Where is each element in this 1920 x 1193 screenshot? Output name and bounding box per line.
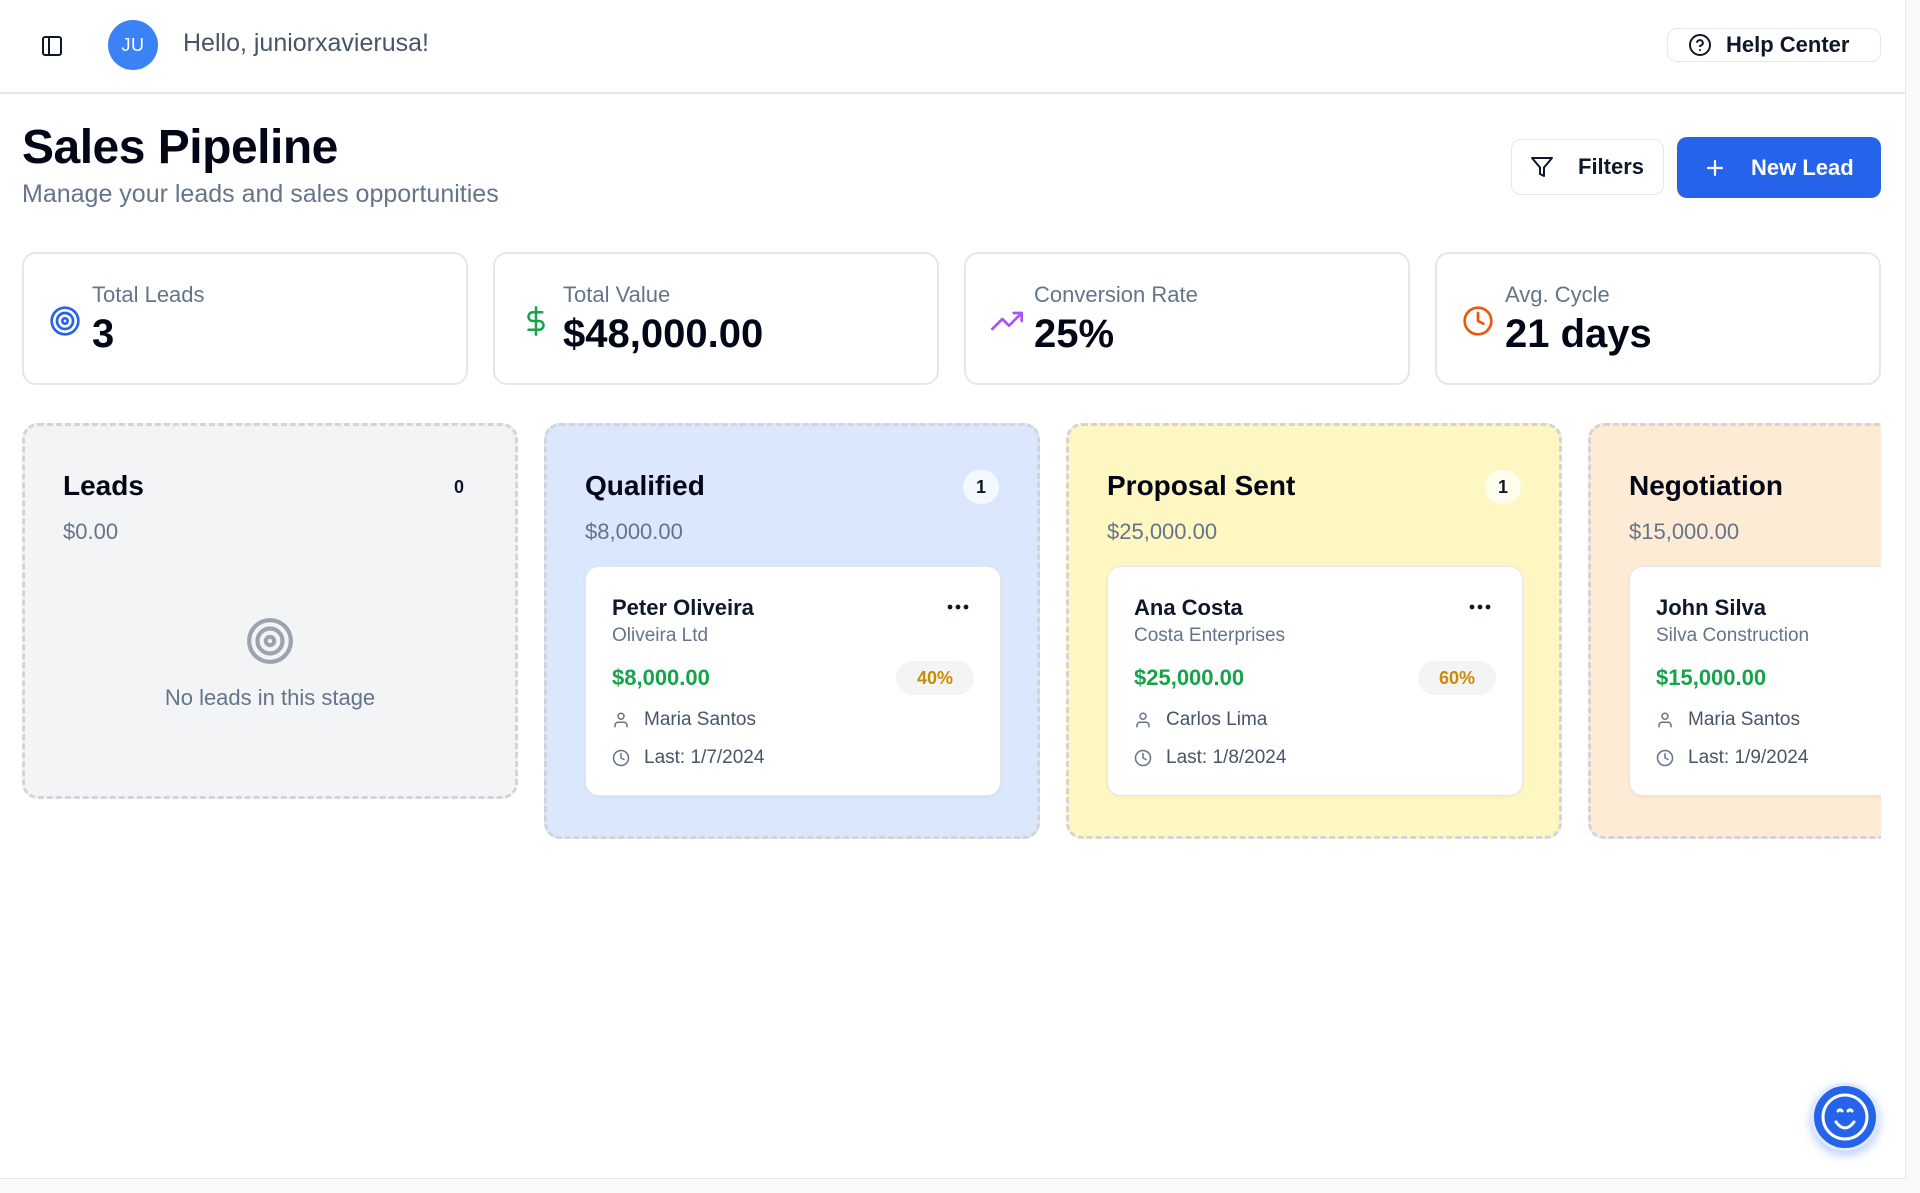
app-window: JU Hello, juniorxavierusa! Help Center S… — [0, 0, 1906, 1179]
clock-icon — [1461, 304, 1495, 338]
stage-total: $0.00 — [63, 519, 119, 544]
clock-icon — [612, 749, 630, 767]
user-icon — [614, 712, 628, 728]
page-margin-right — [1906, 0, 1920, 1193]
stage-total: $8,000.00 — [585, 519, 683, 544]
sidebar-icon — [42, 36, 62, 56]
lead-date-row: Last: 1/9/2024 — [1656, 747, 1808, 769]
more-horizontal-icon — [1469, 604, 1491, 610]
lead-name: John Silva — [1656, 595, 1767, 620]
lead-name: Peter Oliveira — [612, 595, 754, 620]
chat-support-button[interactable] — [1811, 1083, 1879, 1151]
stage-count-badge: 1 — [963, 470, 999, 504]
filter-icon — [1531, 157, 1553, 177]
stage-column-proposal-sent[interactable]: Proposal Sent 1 $25,000.00 Ana Costa Cos… — [1066, 423, 1562, 839]
avatar[interactable]: JU — [108, 20, 158, 70]
clock-icon — [1656, 749, 1674, 767]
page-margin-bottom — [0, 1179, 1920, 1193]
lead-owner: Carlos Lima — [1166, 709, 1268, 730]
sidebar-toggle-button[interactable] — [36, 30, 68, 62]
lead-value: $8,000.00 — [612, 665, 710, 690]
lead-company: Costa Enterprises — [1134, 625, 1286, 646]
lead-probability-badge: 60% — [1418, 661, 1496, 695]
stage-total: $25,000.00 — [1107, 519, 1218, 544]
empty-state: No leads in this stage — [25, 616, 515, 711]
stat-value: 3 — [92, 312, 115, 356]
lead-card[interactable]: Peter Oliveira Oliveira Ltd $8,000.00 40… — [585, 566, 1001, 796]
help-circle-icon — [1689, 34, 1711, 56]
lead-owner: Maria Santos — [644, 709, 756, 730]
lead-card[interactable]: John Silva Silva Construction $15,000.00… — [1629, 566, 1881, 796]
help-center-button[interactable]: Help Center — [1667, 28, 1881, 62]
stat-label: Avg. Cycle — [1505, 282, 1610, 307]
stat-value: 21 days — [1505, 312, 1652, 356]
stat-card-avg-cycle: Avg. Cycle 21 days — [1435, 252, 1881, 385]
lead-value: $15,000.00 — [1656, 665, 1767, 690]
lead-probability-badge: 40% — [896, 661, 974, 695]
trending-up-icon — [990, 304, 1024, 338]
stage-column-negotiation[interactable]: Negotiation $15,000.00 John Silva Silva … — [1588, 423, 1881, 839]
lead-owner: Maria Santos — [1688, 709, 1800, 730]
dollar-icon — [519, 304, 553, 338]
more-horizontal-icon — [947, 604, 969, 610]
stat-value: 25% — [1034, 312, 1115, 356]
stage-title: Qualified — [585, 470, 705, 501]
lead-menu-button[interactable] — [944, 597, 972, 617]
greeting-text: Hello, juniorxavierusa! — [183, 29, 429, 57]
lead-last-contact: Last: 1/7/2024 — [644, 747, 765, 768]
plus-icon — [1706, 159, 1724, 176]
stage-count-badge: 1 — [1485, 470, 1521, 504]
lead-owner-row: Maria Santos — [1656, 709, 1800, 731]
lead-last-contact: Last: 1/8/2024 — [1166, 747, 1287, 768]
stat-value: $48,000.00 — [563, 312, 764, 356]
lead-card[interactable]: Ana Costa Costa Enterprises $25,000.00 6… — [1107, 566, 1523, 796]
stage-column-leads[interactable]: Leads 0 $0.00 No leads in this stage — [22, 423, 518, 799]
stat-card-total-value: Total Value $48,000.00 — [493, 252, 939, 385]
smiley-chat-icon — [1821, 1093, 1869, 1141]
help-center-label: Help Center — [1726, 32, 1850, 57]
page-subtitle: Manage your leads and sales opportunitie… — [22, 180, 499, 208]
lead-date-row: Last: 1/8/2024 — [1134, 747, 1286, 769]
stat-label: Total Leads — [92, 282, 205, 307]
page-title: Sales Pipeline — [22, 121, 338, 174]
user-icon — [1136, 712, 1150, 728]
lead-company: Oliveira Ltd — [612, 625, 709, 646]
user-icon — [1658, 712, 1672, 728]
stage-total: $15,000.00 — [1629, 519, 1740, 544]
lead-menu-button[interactable] — [1466, 597, 1494, 617]
pipeline-board[interactable]: Leads 0 $0.00 No leads in this stage Qua… — [22, 423, 1881, 839]
empty-state-text: No leads in this stage — [164, 685, 376, 710]
filters-button[interactable]: Filters — [1511, 139, 1664, 195]
lead-name: Ana Costa — [1134, 595, 1243, 620]
stat-label: Conversion Rate — [1034, 282, 1198, 307]
top-bar: JU Hello, juniorxavierusa! Help Center — [0, 0, 1906, 94]
new-lead-label: New Lead — [1751, 154, 1854, 180]
stage-column-qualified[interactable]: Qualified 1 $8,000.00 Peter Oliveira Oli… — [544, 423, 1040, 839]
target-icon — [48, 304, 82, 338]
stage-title: Proposal Sent — [1107, 470, 1296, 501]
stage-count-badge: 0 — [453, 476, 464, 497]
lead-value: $25,000.00 — [1134, 665, 1245, 690]
filters-label: Filters — [1578, 154, 1645, 179]
stage-title: Negotiation — [1629, 470, 1783, 501]
stage-title: Leads — [63, 470, 144, 501]
lead-owner-row: Carlos Lima — [1134, 709, 1267, 731]
stat-card-conversion-rate: Conversion Rate 25% — [964, 252, 1410, 385]
new-lead-button[interactable]: New Lead — [1677, 137, 1881, 198]
lead-owner-row: Maria Santos — [612, 709, 756, 731]
stat-label: Total Value — [563, 282, 671, 307]
lead-date-row: Last: 1/7/2024 — [612, 747, 764, 769]
target-icon — [247, 618, 293, 664]
stat-card-total-leads: Total Leads 3 — [22, 252, 468, 385]
lead-company: Silva Construction — [1656, 625, 1810, 646]
clock-icon — [1134, 749, 1152, 767]
lead-last-contact: Last: 1/9/2024 — [1688, 747, 1809, 768]
